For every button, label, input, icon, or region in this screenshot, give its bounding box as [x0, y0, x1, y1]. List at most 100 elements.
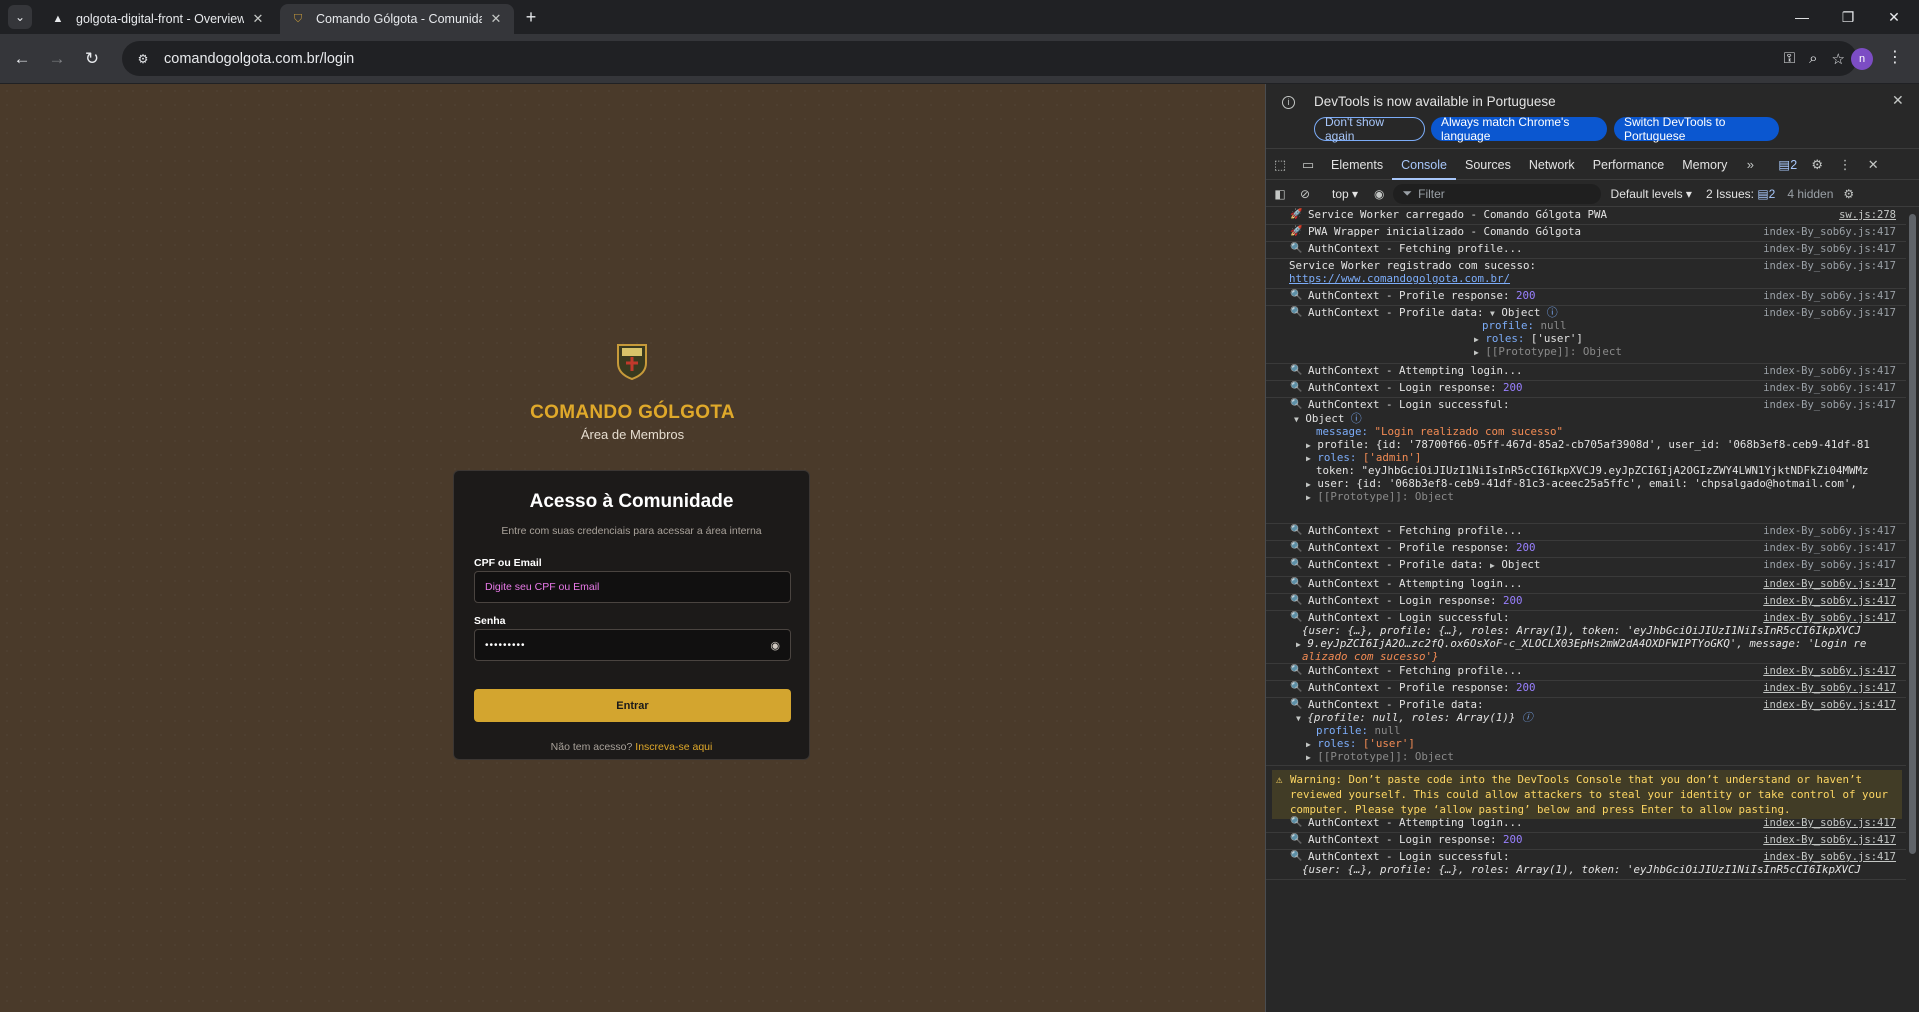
- forward-icon[interactable]: →: [44, 46, 70, 72]
- close-window-button[interactable]: ✕: [1871, 0, 1917, 34]
- source-link[interactable]: index-By_sob6y.js:417: [1763, 577, 1896, 591]
- source-link[interactable]: index-By_sob6y.js:417: [1763, 850, 1896, 864]
- clear-console-icon[interactable]: ⊘: [1294, 187, 1316, 201]
- warning-icon: ⚠: [1276, 773, 1283, 786]
- more-tabs-icon[interactable]: »: [1736, 157, 1764, 172]
- chrome-menu-icon[interactable]: ⋮: [1886, 47, 1904, 71]
- new-tab-button[interactable]: +: [520, 6, 542, 28]
- source-link[interactable]: index-By_sob6y.js:417: [1763, 833, 1896, 847]
- tab-performance[interactable]: Performance: [1584, 150, 1674, 180]
- source-link[interactable]: index-By_sob6y.js:417: [1763, 681, 1896, 695]
- avatar[interactable]: n: [1851, 48, 1873, 70]
- source-link[interactable]: index-By_sob6y.js:417: [1763, 306, 1896, 320]
- key-icon[interactable]: ⚿: [1784, 50, 1795, 67]
- language-banner: i DevTools is now available in Portugues…: [1266, 84, 1919, 149]
- password-input[interactable]: ••••••••• ◉: [474, 629, 791, 661]
- site-info-icon[interactable]: ⚙: [130, 46, 156, 72]
- source-link[interactable]: index-By_sob6y.js:417: [1763, 381, 1896, 395]
- card-title: Acesso à Comunidade: [529, 491, 734, 512]
- cpf-label: CPF ou Email: [474, 557, 542, 569]
- source-link[interactable]: index-By_sob6y.js:417: [1763, 289, 1896, 303]
- filter-input[interactable]: ⏷ Filter: [1392, 183, 1601, 204]
- tab-golgota-front[interactable]: ▲ golgota-digital-front - Overview ✕: [40, 4, 276, 34]
- log-row: 🚀 PWA Wrapper inicializado - Comando Gól…: [1266, 225, 1906, 242]
- source-link[interactable]: index-By_sob6y.js:417: [1763, 259, 1896, 273]
- source-link[interactable]: sw.js:278: [1839, 208, 1896, 222]
- cpf-email-input[interactable]: Digite seu CPF ou Email: [474, 571, 791, 603]
- source-link[interactable]: index-By_sob6y.js:417: [1763, 541, 1896, 555]
- login-card: Acesso à Comunidade Entre com suas crede…: [453, 470, 810, 760]
- source-link[interactable]: index-By_sob6y.js:417: [1763, 225, 1896, 239]
- log-row: 🔍 AuthContext - Attempting login... inde…: [1266, 364, 1906, 381]
- eye-icon[interactable]: ◉: [770, 639, 780, 652]
- settings-icon[interactable]: ⚙: [1803, 157, 1831, 173]
- brand-title: COMANDO GÓLGOTA: [530, 402, 735, 423]
- log-row: 🔍 AuthContext - Login response: 200 inde…: [1266, 833, 1906, 850]
- object-toggle[interactable]: Object: [1305, 412, 1344, 425]
- log-row: 🔍 AuthContext - Login response: 200 inde…: [1266, 381, 1906, 398]
- tab-elements[interactable]: Elements: [1322, 150, 1392, 180]
- tab-memory[interactable]: Memory: [1673, 150, 1736, 180]
- magnifier-icon: 🔍: [1290, 595, 1303, 606]
- magnifier-icon: 🔍: [1290, 699, 1303, 710]
- log-row: 🚀 Service Worker carregado - Comando Gól…: [1266, 208, 1906, 225]
- device-toolbar-icon[interactable]: ▭: [1294, 157, 1322, 173]
- object-toggle[interactable]: Object: [1501, 306, 1540, 319]
- address-bar[interactable]: ⚙ comandogolgota.com.br/login ⚿ ⌕ ☆: [122, 41, 1857, 76]
- url-text[interactable]: comandogolgota.com.br/login: [164, 51, 1784, 67]
- source-link[interactable]: index-By_sob6y.js:417: [1763, 816, 1896, 830]
- close-icon[interactable]: ✕: [250, 11, 266, 27]
- log-row: 🔍 AuthContext - Attempting login... inde…: [1266, 816, 1906, 833]
- close-icon[interactable]: ✕: [1892, 92, 1904, 109]
- dont-show-again-button[interactable]: Don't show again: [1314, 115, 1425, 143]
- log-url-link[interactable]: https://www.comandogolgota.com.br/: [1289, 272, 1510, 286]
- source-link[interactable]: index-By_sob6y.js:417: [1763, 398, 1896, 412]
- object-toggle[interactable]: Object: [1501, 558, 1540, 571]
- tab-console[interactable]: Console: [1392, 150, 1456, 180]
- star-icon[interactable]: ☆: [1832, 50, 1845, 68]
- minimize-button[interactable]: —: [1779, 0, 1825, 34]
- tab-comando-golgota[interactable]: ⛉ Comando Gólgota - Comunidade ✕: [280, 4, 514, 34]
- submit-button[interactable]: Entrar: [474, 689, 791, 722]
- restore-button[interactable]: ❐: [1825, 0, 1871, 34]
- context-select[interactable]: top ▾: [1332, 187, 1358, 201]
- log-row: 🔍 AuthContext - Fetching profile... inde…: [1266, 524, 1906, 541]
- object-toggle[interactable]: {profile: null, roles: Array(1)}: [1307, 711, 1515, 724]
- match-language-button[interactable]: Always match Chrome's language: [1431, 115, 1607, 143]
- eye-icon[interactable]: ◉: [1374, 187, 1384, 201]
- console-settings-icon[interactable]: ⚙: [1843, 187, 1854, 201]
- source-link[interactable]: index-By_sob6y.js:417: [1763, 664, 1896, 678]
- source-link[interactable]: index-By_sob6y.js:417: [1763, 558, 1896, 572]
- rocket-icon: 🚀: [1290, 209, 1303, 220]
- source-link[interactable]: index-By_sob6y.js:417: [1763, 698, 1896, 712]
- log-row: 🔍 AuthContext - Profile response: 200 in…: [1266, 541, 1906, 558]
- sidebar-toggle-icon[interactable]: ◧: [1266, 187, 1294, 201]
- tab-sources[interactable]: Sources: [1456, 150, 1520, 180]
- issues-badge[interactable]: ▤2: [1778, 157, 1797, 172]
- switch-language-button[interactable]: Switch DevTools to Portuguese: [1614, 115, 1779, 143]
- console-scrollbar[interactable]: [1909, 214, 1916, 854]
- levels-select[interactable]: Default levels ▾: [1611, 187, 1692, 201]
- tab-search-button[interactable]: ⌄: [8, 5, 32, 29]
- tab-network[interactable]: Network: [1520, 150, 1584, 180]
- source-link[interactable]: index-By_sob6y.js:417: [1763, 364, 1896, 378]
- log-row: 🔍 AuthContext - Login successful: {user:…: [1266, 850, 1906, 880]
- signup-prompt: Não tem acesso?: [550, 741, 633, 753]
- back-icon[interactable]: ←: [9, 46, 35, 72]
- signup-link[interactable]: Inscreva-se aqui: [635, 741, 712, 753]
- close-icon[interactable]: ✕: [488, 11, 504, 27]
- close-devtools-icon[interactable]: ✕: [1859, 157, 1887, 173]
- reload-icon[interactable]: ↻: [79, 46, 105, 72]
- zoom-icon[interactable]: ⌕: [1809, 50, 1817, 67]
- source-link[interactable]: index-By_sob6y.js:417: [1763, 594, 1896, 608]
- inspect-icon[interactable]: ⬚: [1266, 157, 1294, 173]
- banner-text: DevTools is now available in Portuguese: [1314, 94, 1556, 109]
- log-row: 🔍 AuthContext - Attempting login... inde…: [1266, 577, 1906, 594]
- more-options-icon[interactable]: ⋮: [1831, 157, 1859, 173]
- source-link[interactable]: index-By_sob6y.js:417: [1763, 242, 1896, 256]
- issues-count[interactable]: 2 Issues: ▤2: [1706, 187, 1775, 201]
- source-link[interactable]: index-By_sob6y.js:417: [1763, 524, 1896, 538]
- log-row: 🔍 AuthContext - Profile data: ▼ Object ⓘ…: [1266, 306, 1906, 364]
- devtools-tabs: ⬚ ▭ Elements Console Sources Network Per…: [1266, 150, 1919, 180]
- source-link[interactable]: index-By_sob6y.js:417: [1763, 611, 1896, 625]
